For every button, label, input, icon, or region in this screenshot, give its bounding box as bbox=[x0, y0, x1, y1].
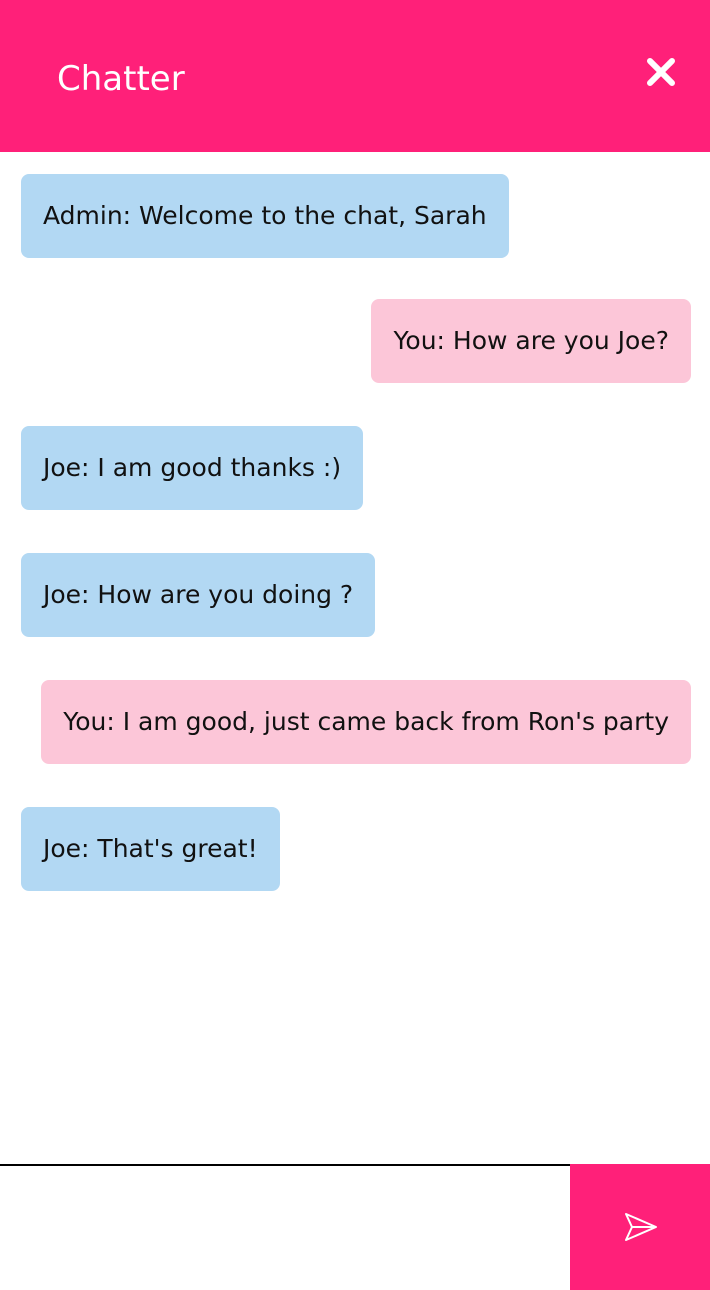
message-bubble-incoming: Joe: I am good thanks :) bbox=[21, 426, 364, 510]
message-list[interactable]: Admin: Welcome to the chat, Sarah You: H… bbox=[0, 152, 710, 1164]
message-bubble-outgoing: You: I am good, just came back from Ron'… bbox=[41, 680, 691, 764]
app-header: Chatter bbox=[0, 0, 710, 152]
app-title: Chatter bbox=[57, 59, 185, 99]
message-bubble-outgoing: You: How are you Joe? bbox=[371, 299, 691, 383]
close-icon bbox=[647, 58, 675, 86]
send-button[interactable] bbox=[570, 1164, 710, 1290]
send-icon bbox=[625, 1213, 657, 1241]
message-input[interactable] bbox=[0, 1164, 570, 1290]
composer-bar bbox=[0, 1164, 710, 1290]
close-button[interactable] bbox=[641, 52, 681, 92]
message-bubble-incoming: Admin: Welcome to the chat, Sarah bbox=[21, 174, 509, 258]
chat-window: Chatter Admin: Welcome to the chat, Sara… bbox=[0, 0, 710, 1290]
message-bubble-incoming: Joe: How are you doing ? bbox=[21, 553, 376, 637]
message-bubble-incoming: Joe: That's great! bbox=[21, 807, 280, 891]
